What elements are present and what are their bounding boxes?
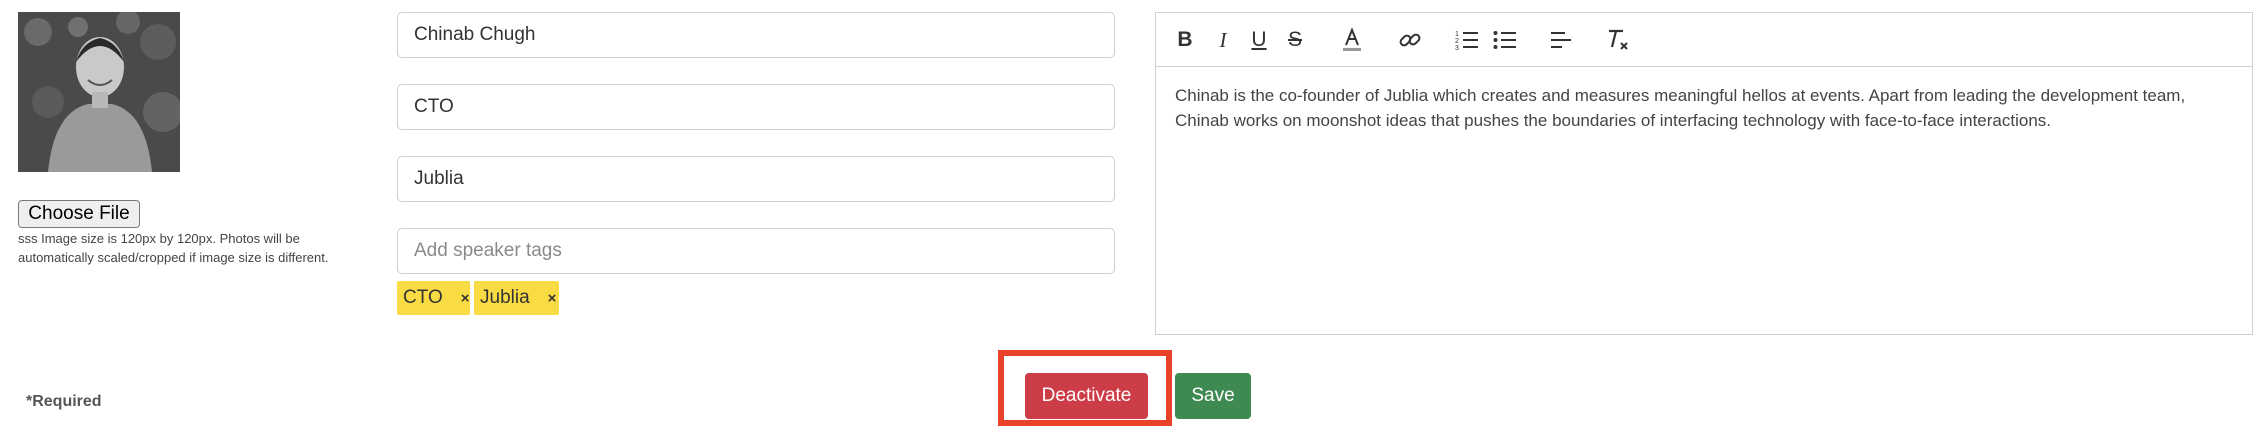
choose-file-button[interactable]: Choose File	[18, 200, 140, 228]
bio-text[interactable]: Chinab is the co-founder of Jublia which…	[1175, 83, 2235, 133]
ordered-list-icon[interactable]: 123	[1453, 26, 1481, 54]
underline-icon[interactable]: U	[1245, 26, 1273, 54]
tag-label: Jublia	[480, 287, 530, 308]
align-icon[interactable]	[1547, 26, 1575, 54]
tag-jublia: Jublia ×	[474, 281, 559, 315]
title-input[interactable]: CTO	[397, 84, 1115, 130]
clear-format-icon[interactable]	[1604, 26, 1632, 54]
tag-label: CTO	[403, 287, 443, 308]
deactivate-button[interactable]: Deactivate	[1025, 373, 1148, 419]
image-size-hint: sss Image size is 120px by 120px. Photos…	[18, 229, 358, 267]
speaker-tags-input[interactable]: Add speaker tags	[397, 228, 1115, 274]
text-color-icon[interactable]	[1338, 26, 1366, 54]
company-input[interactable]: Jublia	[397, 156, 1115, 202]
editor-toolbar: B I U S 123	[1156, 13, 2252, 67]
speaker-photo-image	[18, 12, 180, 172]
svg-text:3: 3	[1455, 45, 1459, 51]
bio-editor: B I U S 123 Chinab is the co-founder of …	[1155, 12, 2253, 335]
bio-text-line2: Chinab works on moonshot ideas that push…	[1175, 111, 2052, 130]
save-button[interactable]: Save	[1175, 373, 1251, 419]
remove-tag-icon[interactable]: ×	[548, 290, 557, 307]
italic-icon[interactable]: I	[1209, 26, 1237, 54]
link-icon[interactable]	[1396, 26, 1424, 54]
bio-text-line1: Chinab is the co-founder of Jublia which…	[1175, 86, 2186, 105]
name-input[interactable]: Chinab Chugh	[397, 12, 1115, 58]
speaker-photo	[18, 12, 180, 172]
svg-text:1: 1	[1455, 31, 1459, 38]
required-note: *Required	[26, 393, 102, 410]
tag-cto: CTO ×	[397, 281, 470, 315]
image-size-hint-line2: automatically scaled/cropped if image si…	[18, 250, 329, 265]
remove-tag-icon[interactable]: ×	[461, 290, 470, 307]
bullet-list-icon[interactable]	[1491, 26, 1519, 54]
strikethrough-icon[interactable]: S	[1281, 26, 1309, 54]
bold-icon[interactable]: B	[1171, 26, 1199, 54]
image-size-hint-line1: sss Image size is 120px by 120px. Photos…	[18, 231, 300, 246]
svg-text:2: 2	[1455, 38, 1459, 45]
